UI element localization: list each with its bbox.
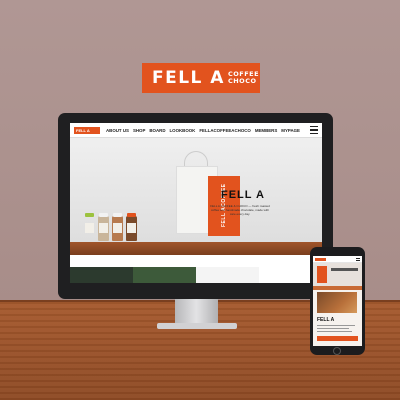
mobile-screen: FELL A — [313, 256, 362, 346]
bottle-green — [84, 213, 95, 241]
nav-item-about-us[interactable]: ABOUT US — [106, 128, 129, 133]
nav-item-fellacoffeeachoco[interactable]: FELLACOFFEEACHOCO — [199, 128, 250, 133]
preview-tile-1[interactable] — [70, 267, 133, 283]
hero-table — [70, 242, 322, 255]
mobile-title: FELL A — [317, 317, 335, 323]
bottle-latte — [98, 213, 109, 241]
site-navbar: FELL A ABOUT US SHOP BOARD LOOKBOOK FELL… — [70, 123, 322, 138]
mobile-navbar — [313, 256, 362, 263]
mobile-hero-bag — [317, 266, 327, 283]
mobile-menu-icon[interactable] — [356, 258, 360, 261]
logo-main-text: FELL A — [152, 68, 225, 88]
preview-tile-3[interactable] — [196, 267, 259, 283]
nav-item-mypage[interactable]: MYPAGE — [281, 128, 300, 133]
mobile-footer-bar — [317, 336, 358, 341]
brand-logo: FELL A COFFEE CHOCO — [142, 63, 260, 93]
nav-item-lookbook[interactable]: LOOKBOOK — [170, 128, 196, 133]
monitor-stand-base — [157, 323, 237, 329]
preview-tile-2[interactable] — [133, 267, 196, 283]
logo-sub-text: COFFEE CHOCO — [228, 71, 259, 85]
home-button-icon[interactable] — [333, 347, 341, 355]
content-preview-strip — [70, 267, 322, 283]
mobile-brand-logo[interactable] — [315, 258, 326, 261]
logo-sub-line-2: CHOCO — [227, 77, 257, 85]
hero-description: FELL A COFFEE & CHOCO — fresh roasted co… — [210, 204, 270, 217]
nav-item-shop[interactable]: SHOP — [133, 128, 145, 133]
hero-title: FELL A — [221, 189, 265, 201]
mobile-text-line — [317, 325, 355, 326]
bottle-mocha — [112, 213, 123, 241]
mobile-hero — [313, 263, 362, 286]
hamburger-icon[interactable] — [310, 126, 318, 134]
nav-item-members[interactable]: MEMBERS — [255, 128, 277, 133]
monitor-stand — [175, 299, 218, 325]
mobile-band — [313, 286, 362, 290]
site-brand-logo[interactable]: FELL A — [74, 127, 100, 134]
mobile-text-line — [317, 331, 352, 332]
site-nav-menu: ABOUT US SHOP BOARD LOOKBOOK FELLACOFFEE… — [106, 128, 300, 133]
mobile-text-line — [317, 328, 349, 329]
mobile-hero-text — [331, 268, 358, 271]
mobile-photo — [317, 292, 357, 313]
nav-item-board[interactable]: BOARD — [149, 128, 165, 133]
desktop-screen: FELL A ABOUT US SHOP BOARD LOOKBOOK FELL… — [70, 123, 322, 283]
bottle-choco — [126, 213, 137, 241]
